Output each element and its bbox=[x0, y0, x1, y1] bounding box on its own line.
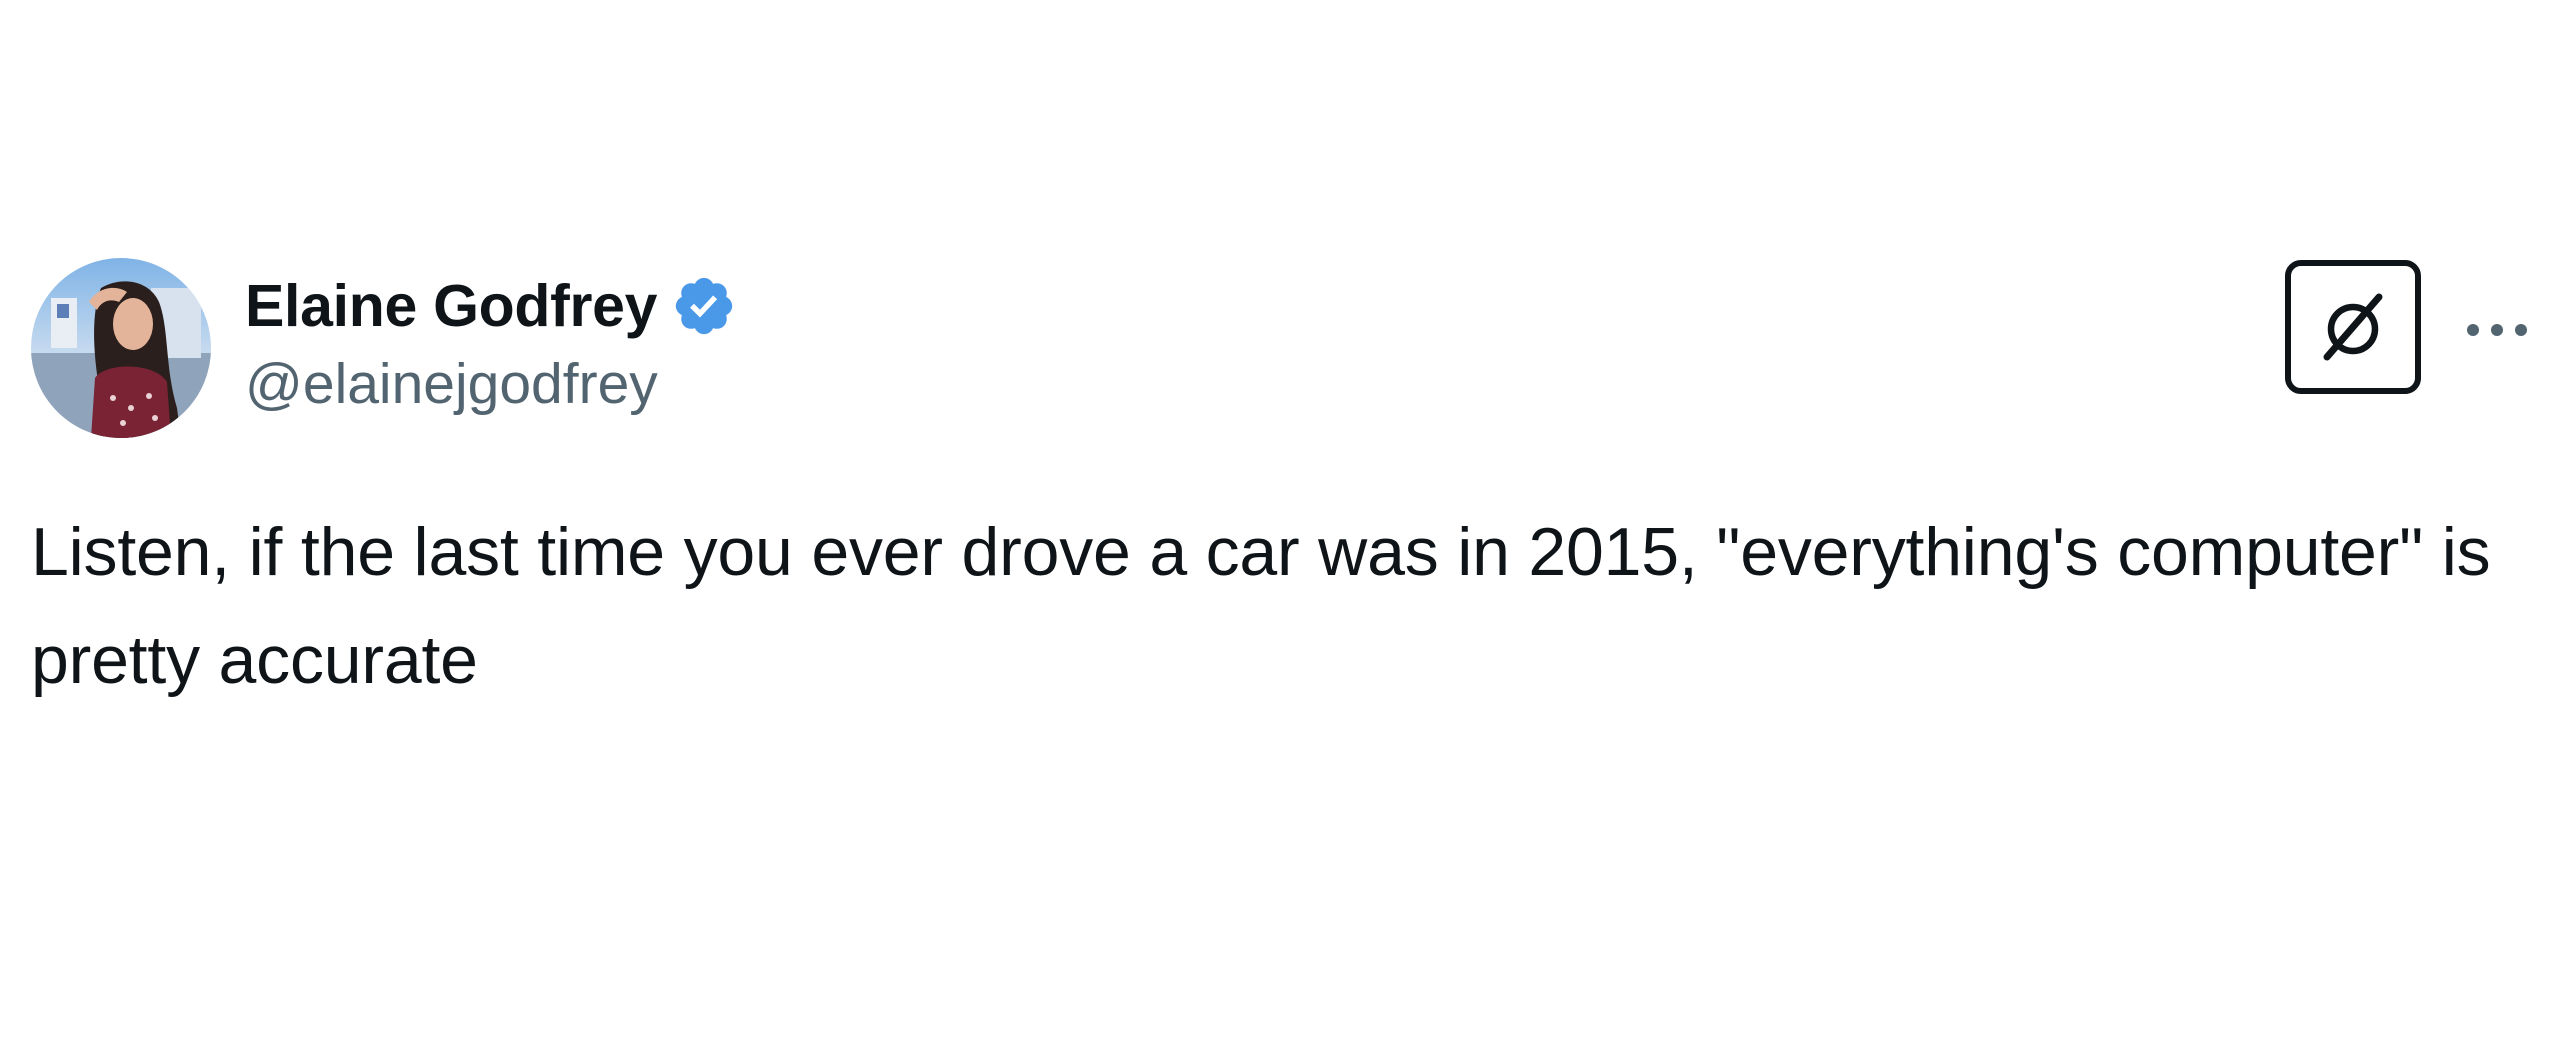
author-info: Elaine Godfrey @elainejgodfrey bbox=[245, 266, 737, 419]
tweet: Elaine Godfrey @elainejgodfrey Listen, i… bbox=[0, 0, 2560, 1045]
author-handle[interactable]: @elainejgodfrey bbox=[245, 349, 737, 419]
avatar-photo bbox=[31, 258, 211, 438]
grok-button[interactable] bbox=[2285, 260, 2421, 394]
display-name[interactable]: Elaine Godfrey bbox=[245, 266, 658, 346]
verified-badge-icon[interactable] bbox=[671, 273, 737, 339]
name-row: Elaine Godfrey bbox=[245, 266, 737, 346]
tweet-text: Listen, if the last time you ever drove … bbox=[31, 514, 2510, 698]
grok-icon bbox=[2323, 293, 2383, 361]
more-icon bbox=[2467, 324, 2527, 336]
avatar[interactable] bbox=[31, 258, 211, 438]
more-options-button[interactable] bbox=[2462, 300, 2532, 360]
